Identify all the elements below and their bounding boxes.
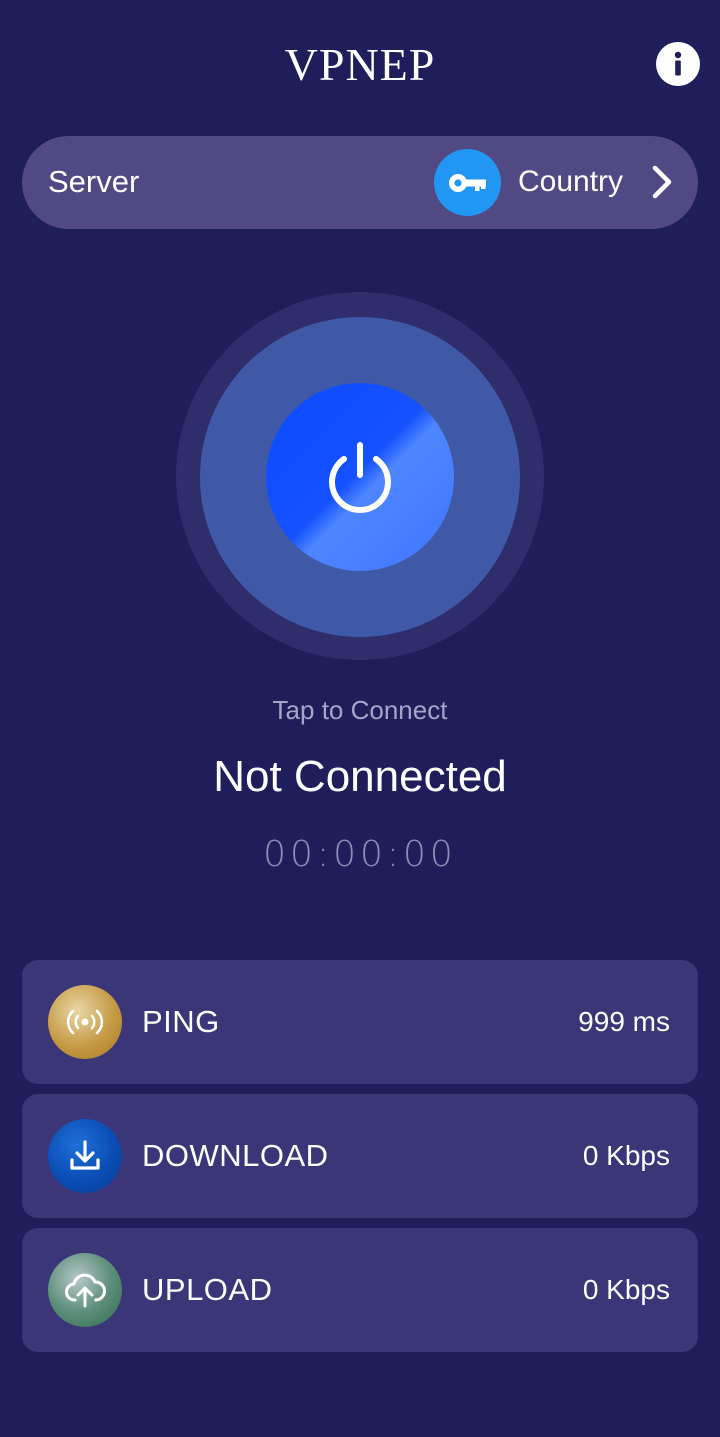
stat-label-ping: PING bbox=[142, 1004, 220, 1039]
tap-to-connect-hint: Tap to Connect bbox=[272, 695, 448, 725]
stat-label-download: DOWNLOAD bbox=[142, 1138, 329, 1173]
app-title: VPNEP bbox=[284, 39, 436, 90]
country-label: Country bbox=[518, 165, 624, 198]
stat-card-ping: PING 999 ms bbox=[22, 960, 698, 1084]
server-label: Server bbox=[48, 164, 140, 199]
info-button[interactable] bbox=[656, 42, 700, 86]
key-badge bbox=[434, 149, 501, 216]
vpn-home-screen: VPNEP Server Country Tap to Connect Not … bbox=[0, 0, 720, 1437]
power-icon bbox=[329, 442, 391, 513]
ping-signal-icon bbox=[48, 985, 122, 1059]
chevron-right-icon bbox=[652, 165, 672, 199]
stat-card-upload: UPLOAD 0 Kbps bbox=[22, 1228, 698, 1352]
server-selector[interactable]: Server Country bbox=[22, 136, 698, 229]
connection-timer: 00:00:00 bbox=[263, 834, 457, 875]
info-icon bbox=[674, 51, 682, 76]
stat-label-upload: UPLOAD bbox=[142, 1272, 273, 1307]
key-icon bbox=[448, 173, 486, 192]
upload-cloud-icon bbox=[48, 1253, 122, 1327]
stat-value-ping: 999 ms bbox=[578, 1006, 670, 1037]
stat-value-upload: 0 Kbps bbox=[582, 1274, 670, 1305]
app-header: VPNEP bbox=[0, 0, 720, 130]
connect-power-button[interactable] bbox=[266, 383, 454, 571]
stat-value-download: 0 Kbps bbox=[582, 1140, 670, 1171]
connection-status: Not Connected bbox=[213, 752, 507, 801]
stat-card-download: DOWNLOAD 0 Kbps bbox=[22, 1094, 698, 1218]
download-icon bbox=[48, 1119, 122, 1193]
